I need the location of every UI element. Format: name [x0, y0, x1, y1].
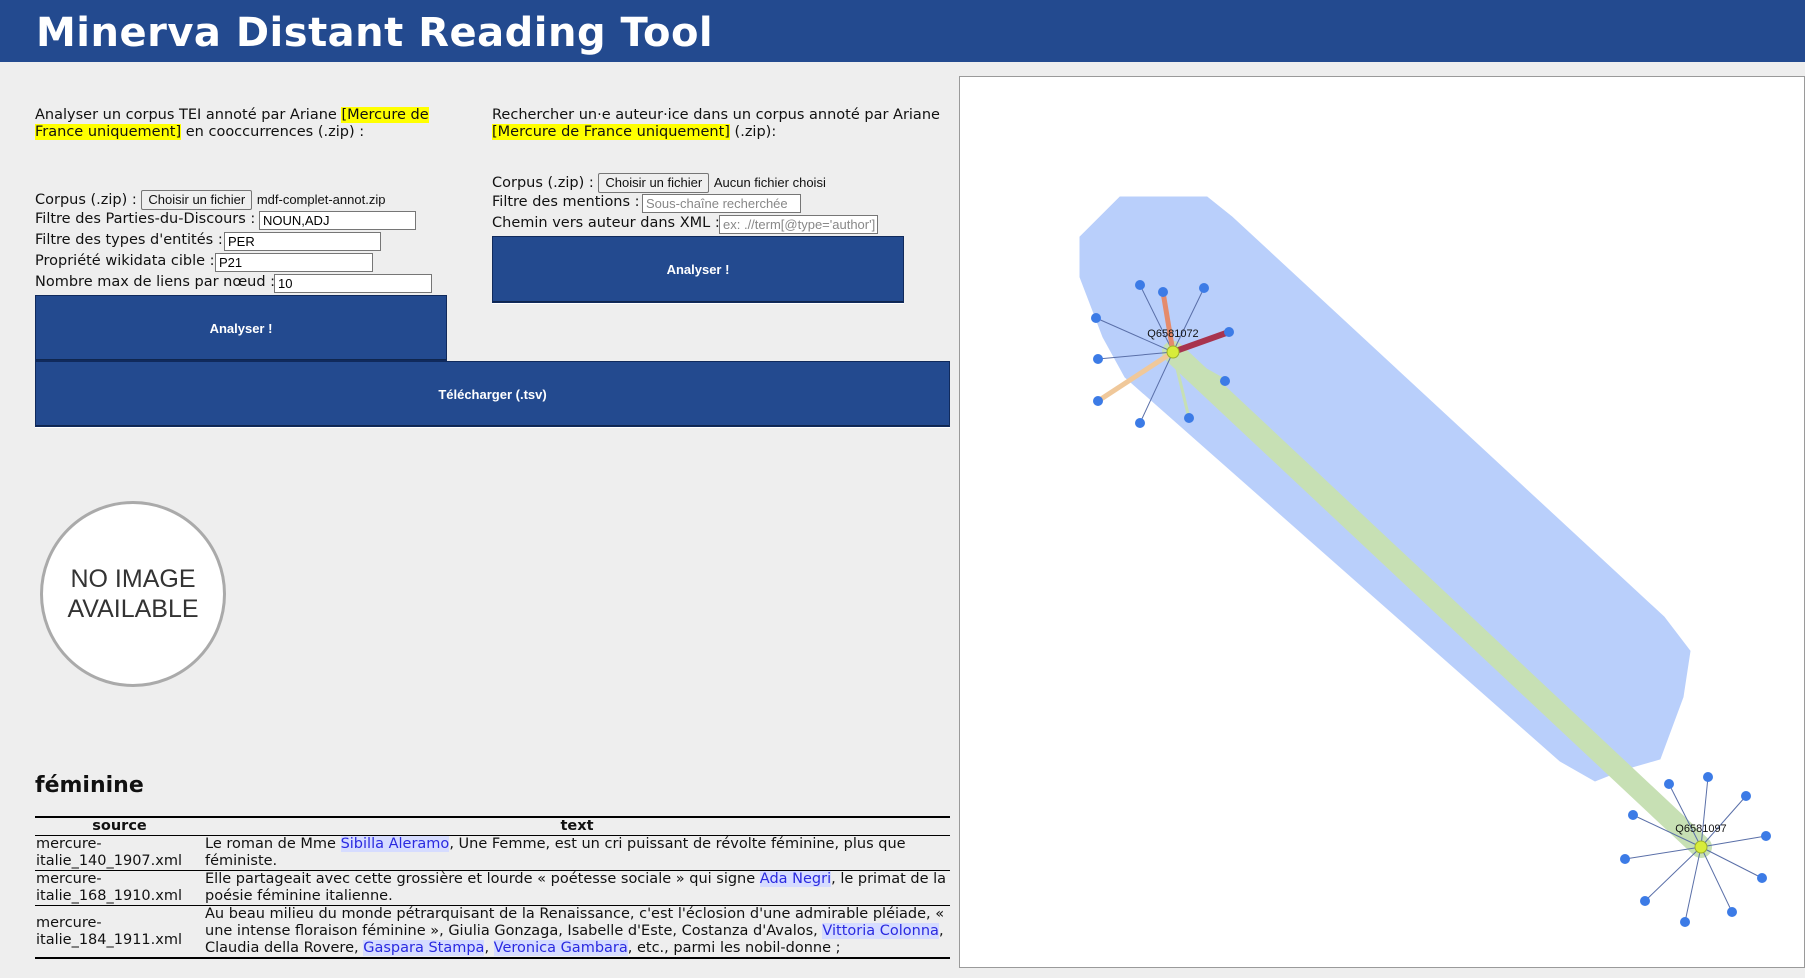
author-path-input[interactable]: ex: .//term[@type='author'] [719, 215, 878, 234]
table-row: mercure-italie_184_1911.xml Au beau mili… [35, 905, 950, 959]
table-row: mercure-italie_168_1910.xml Elle partage… [35, 870, 950, 906]
graph-leaf-node [1091, 313, 1101, 323]
graph-edge [1700, 795, 1747, 848]
author-corpus-label: Corpus (.zip) : [492, 175, 594, 191]
cooc-intro-suffix: en cooccurrences (.zip) : [181, 124, 365, 140]
graph-leaf-node [1184, 413, 1194, 423]
graph-leaf-node [1680, 917, 1690, 927]
row-text: Au beau milieu du monde pétrarquisant de… [204, 905, 950, 959]
graph-edge [1624, 846, 1702, 860]
entity-link[interactable]: Vittoria Colonna [822, 923, 939, 939]
graph-node-label: Q6581097 [1675, 823, 1726, 835]
cooc-entity-input[interactable]: PER [224, 232, 381, 251]
cooc-maxlinks-input[interactable]: 10 [274, 274, 432, 293]
download-tsv-button[interactable]: Télécharger (.tsv) [35, 361, 950, 427]
graph-edge [1644, 846, 1702, 902]
section-title: féminine [35, 773, 144, 798]
author-file-button[interactable]: Choisir un fichier [598, 173, 710, 193]
network-graph-panel[interactable]: Q6581072 Q6581097 [959, 76, 1805, 968]
cooc-analyze-button[interactable]: Analyser ! [35, 295, 447, 361]
graph-hub-node [1166, 345, 1180, 359]
graph-leaf-node [1224, 327, 1234, 337]
cooc-maxlinks-label: Nombre max de liens par nœud : [35, 274, 276, 290]
graph-leaf-node [1620, 854, 1630, 864]
author-corpus-row: Corpus (.zip) : Choisir un fichier Aucun… [492, 173, 826, 193]
cooc-entity-label: Filtre des types d'entités : [35, 232, 223, 248]
cooc-file-name: mdf-complet-annot.zip [256, 192, 386, 207]
entity-link[interactable]: Veronica Gambara [493, 940, 628, 956]
graph-leaf-node [1761, 831, 1771, 841]
graph-leaf-node [1664, 779, 1674, 789]
graph-leaf-node [1757, 873, 1767, 883]
entity-link[interactable]: Gaspara Stampa [363, 940, 485, 956]
network-graph[interactable]: Q6581072 Q6581097 [960, 77, 1805, 968]
cooc-prop-label: Propriété wikidata cible : [35, 253, 215, 269]
author-intro: Rechercher un·e auteur·ice dans un corpu… [492, 107, 957, 141]
cooc-prop-input[interactable]: P21 [215, 253, 373, 272]
entity-link[interactable]: Ada Negri [759, 871, 832, 887]
text-part: Le roman de Mme [205, 836, 341, 852]
app-header: Minerva Distant Reading Tool [0, 0, 1805, 62]
graph-edge [1700, 846, 1763, 879]
cluster-hull [1079, 196, 1691, 782]
graph-edge [1700, 846, 1733, 913]
row-text: Elle partageait avec cette grossière et … [204, 870, 950, 906]
author-mentions-input[interactable]: Sous-chaîne recherchée [642, 194, 801, 213]
graph-leaf-node [1741, 791, 1751, 801]
cooc-corpus-label: Corpus (.zip) : [35, 192, 137, 208]
graph-leaf-node [1093, 354, 1103, 364]
cooc-corpus-row: Corpus (.zip) : Choisir un fichier mdf-c… [35, 190, 385, 210]
author-file-name: Aucun fichier choisi [713, 175, 826, 190]
author-intro-highlight: [Mercure de France uniquement] [492, 124, 730, 140]
graph-leaf-node [1093, 396, 1103, 406]
text-part: , etc., parmi les nobil-donne ; [627, 940, 841, 956]
no-image-placeholder: NO IMAGE AVAILABLE [40, 501, 226, 687]
cooc-file-button[interactable]: Choisir un fichier [141, 190, 253, 210]
author-mentions-label: Filtre des mentions : [492, 194, 640, 210]
cooc-intro-prefix: Analyser un corpus TEI annoté par Ariane [35, 107, 342, 123]
graph-leaf-node [1220, 376, 1230, 386]
cooc-pos-input[interactable]: NOUN,ADJ [259, 211, 416, 230]
row-source: mercure-italie_184_1911.xml [35, 905, 204, 959]
results-table: source text mercure-italie_140_1907.xml … [35, 816, 950, 959]
column-header-text: text [204, 816, 950, 836]
author-intro-suffix: (.zip): [729, 124, 777, 140]
app-title: Minerva Distant Reading Tool [36, 10, 714, 56]
graph-leaf-node [1727, 907, 1737, 917]
graph-edge [1684, 846, 1702, 923]
graph-leaf-node [1158, 287, 1168, 297]
author-path-label: Chemin vers auteur dans XML : [492, 215, 720, 231]
row-source: mercure-italie_140_1907.xml [35, 835, 204, 871]
row-text: Le roman de Mme Sibilla Aleramo, Une Fem… [204, 835, 950, 871]
graph-hub-node [1694, 840, 1708, 854]
graph-leaf-node [1703, 772, 1713, 782]
no-image-line2: AVAILABLE [67, 595, 199, 623]
table-header-row: source text [35, 816, 950, 836]
graph-leaf-node [1628, 810, 1638, 820]
column-header-source: source [35, 816, 204, 836]
author-intro-prefix: Rechercher un·e auteur·ice dans un corpu… [492, 107, 940, 123]
no-image-line1: NO IMAGE [70, 565, 196, 593]
text-part: Elle partageait avec cette grossière et … [205, 871, 760, 887]
row-source: mercure-italie_168_1910.xml [35, 870, 204, 906]
graph-edge [1700, 835, 1767, 848]
author-analyze-button[interactable]: Analyser ! [492, 236, 904, 303]
graph-leaf-node [1640, 896, 1650, 906]
graph-leaf-node [1135, 418, 1145, 428]
cooc-intro: Analyser un corpus TEI annoté par Ariane… [35, 107, 480, 141]
table-row: mercure-italie_140_1907.xml Le roman de … [35, 835, 950, 871]
cooc-pos-label: Filtre des Parties-du-Discours : [35, 211, 256, 227]
entity-link[interactable]: Sibilla Aleramo [340, 836, 450, 852]
graph-leaf-node [1135, 280, 1145, 290]
graph-leaf-node [1199, 283, 1209, 293]
graph-node-label: Q6581072 [1147, 328, 1198, 340]
text-part: , [484, 940, 494, 956]
